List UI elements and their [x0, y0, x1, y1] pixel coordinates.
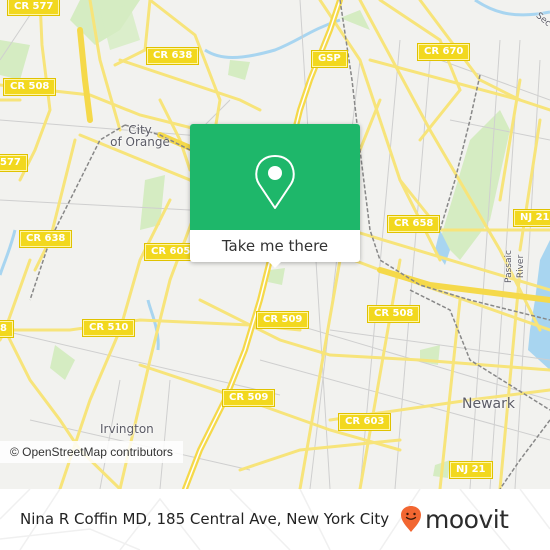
- place-label-passaic-river: Passaic River: [504, 250, 526, 283]
- road-shield: CR 638: [145, 47, 200, 65]
- map-view[interactable]: CR 577 CR 638 CR 508 577 GSP CR 670 CR 6…: [0, 0, 550, 489]
- road-shield: CR 658: [386, 215, 441, 233]
- moovit-logo[interactable]: moovit: [400, 501, 509, 537]
- road-shield: CR 605: [143, 243, 198, 261]
- road-shield: NJ 21: [449, 461, 493, 479]
- brand-name: moovit: [425, 504, 509, 534]
- road-shield: CR 670: [416, 43, 471, 61]
- road-shield: CR 577: [6, 0, 61, 16]
- road-shield: CR 508: [366, 305, 421, 323]
- moovit-pin-icon: [401, 506, 421, 532]
- road-shield: 577: [0, 154, 28, 172]
- location-popup[interactable]: Take me there: [190, 124, 360, 268]
- road-shield: 8: [0, 320, 14, 338]
- map-attribution[interactable]: © OpenStreetMap contributors: [0, 441, 183, 463]
- passaic-river: [528, 240, 550, 370]
- road-shield: GSP: [311, 50, 348, 68]
- footer-bar: Nina R Coffin MD, 185 Central Ave, New Y…: [0, 489, 550, 550]
- place-label-city-of-orange: City of Orange: [110, 123, 170, 149]
- popup-pointer: [267, 260, 283, 268]
- popup-header: [190, 124, 360, 230]
- road-shield: CR 510: [81, 319, 136, 337]
- road-shield: NJ 21: [513, 209, 550, 227]
- road-shield: CR 603: [337, 413, 392, 431]
- take-me-there-button[interactable]: Take me there: [190, 230, 360, 262]
- place-label-newark: Newark: [462, 396, 515, 412]
- map-pin-icon: [255, 155, 295, 209]
- road-shield: CR 638: [18, 230, 73, 248]
- road-shield: CR 509: [255, 311, 310, 329]
- road-shield: CR 509: [221, 389, 276, 407]
- road-shield: CR 508: [2, 78, 57, 96]
- location-address: Nina R Coffin MD, 185 Central Ave, New Y…: [20, 510, 390, 528]
- place-label-irvington: Irvington: [100, 422, 154, 436]
